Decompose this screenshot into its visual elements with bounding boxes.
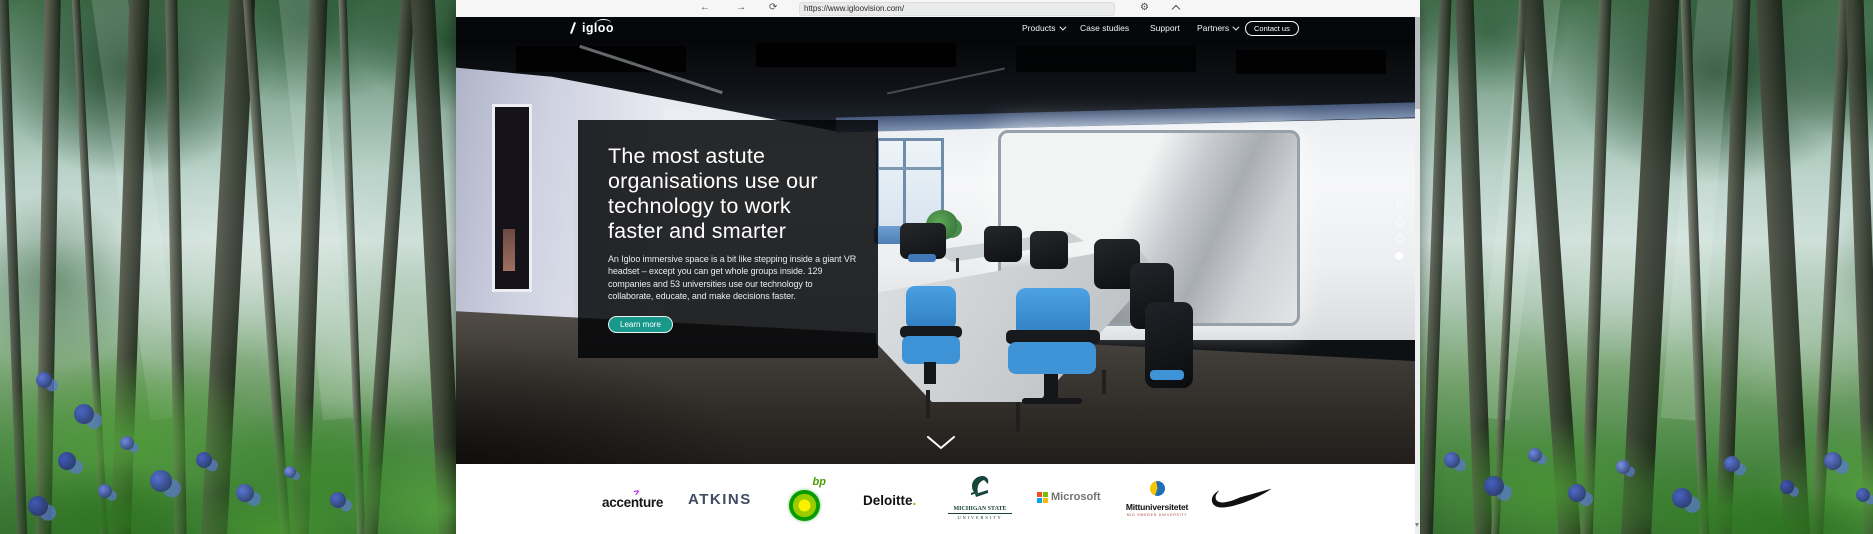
nav-item-partners[interactable]: Partners [1197, 17, 1237, 40]
logo-michigan-state: MICHIGAN STATE UNIVERSITY [948, 475, 1012, 520]
carousel-dot[interactable] [1396, 218, 1404, 226]
url-bar[interactable]: https://www.igloovision.com/ [799, 2, 1115, 16]
logo-bp: bp [786, 476, 828, 524]
room-door [492, 104, 532, 292]
hero-heading-line: technology to work [608, 194, 854, 219]
hydrangea-flower [1528, 448, 1542, 462]
office-chair-blue [1004, 286, 1104, 404]
chair-seat-blue [908, 254, 936, 262]
hydrangea-flower [236, 484, 254, 502]
hydrangea-flower [1856, 488, 1870, 502]
table-leg [956, 258, 959, 272]
settings-gear-icon[interactable]: ⚙ [1140, 0, 1149, 16]
ceiling-panel [1236, 50, 1386, 74]
hydrangea-flower [1568, 484, 1586, 502]
microsoft-squares-icon [1037, 492, 1048, 503]
scrollbar[interactable] [1415, 17, 1420, 534]
mitt-sublabel: MID SWEDEN UNIVERSITY [1120, 513, 1194, 517]
nav-item-case-studies[interactable]: Case studies [1080, 17, 1129, 40]
hydrangea-flower [120, 436, 134, 450]
carousel-dot[interactable] [1396, 235, 1404, 243]
office-chair [1030, 231, 1068, 269]
hydrangea-flower [150, 470, 172, 492]
table-leg [1016, 402, 1020, 432]
hydrangea-flower [1780, 480, 1794, 494]
logo-deloitte: Deloitte. [863, 493, 916, 508]
forest-bush [1840, 440, 1873, 534]
hydrangea-flower [284, 466, 296, 478]
hero-text-panel: The most astute organisations use our te… [578, 120, 878, 358]
hero-heading-line: organisations use our [608, 169, 854, 194]
hydrangea-flower [28, 496, 48, 516]
hydrangea-flower [196, 452, 212, 468]
logo-text: igloo [582, 21, 614, 35]
collapse-chrome-chevron-icon[interactable] [1172, 5, 1180, 13]
hero-heading-line: faster and smarter [608, 219, 854, 244]
forest-bush [1620, 470, 1873, 534]
contact-us-button[interactable]: Contact us [1245, 21, 1299, 36]
browser-window: ← → ⟳ https://www.igloovision.com/ ⚙ igl… [456, 0, 1420, 534]
hero-heading-line: The most astute [608, 144, 854, 169]
nav-item-products[interactable]: Products [1022, 17, 1064, 40]
deloitte-dot: . [913, 493, 917, 508]
mitt-swirl-icon [1147, 479, 1166, 498]
hydrangea-flower [1484, 476, 1504, 496]
hydrangea-flower [1724, 456, 1740, 472]
ceiling-truss [887, 68, 1005, 95]
nike-swoosh-icon [1210, 488, 1274, 510]
msu-line2: UNIVERSITY [948, 515, 1012, 520]
bp-wordmark: bp [813, 476, 826, 488]
logo-accenture: accenture > [602, 495, 663, 510]
hydrangea-flower [1616, 460, 1630, 474]
mitt-label: Mittuniversitetet [1120, 502, 1194, 512]
scrollbar-thumb[interactable] [1415, 17, 1420, 109]
table-leg [926, 390, 930, 418]
office-chair-blue [900, 284, 964, 384]
hero-section: The most astute organisations use our te… [456, 40, 1415, 464]
hero-paragraph: An Igloo immersive space is a bit like s… [608, 253, 858, 303]
carousel-dot-active[interactable] [1395, 252, 1403, 260]
window-mullion [879, 167, 941, 170]
logo-slash-icon [570, 22, 576, 34]
screenshot-root: ← → ⟳ https://www.igloovision.com/ ⚙ igl… [0, 0, 1873, 534]
scroll-down-chevron-icon[interactable] [927, 436, 955, 450]
reload-button[interactable]: ⟳ [769, 0, 777, 16]
dropdown-caret-icon [1233, 24, 1240, 31]
hydrangea-flower [36, 372, 52, 388]
floor-shadow [456, 340, 756, 464]
carousel-dot[interactable] [1396, 201, 1404, 209]
logo-strip: accenture > ATKINS bp Deloitte. MICHIGAN… [456, 464, 1415, 534]
hydrangea-flower [1824, 452, 1842, 470]
ceiling-panel [516, 46, 686, 72]
spartan-helmet-icon [969, 475, 991, 501]
forward-button[interactable]: → [736, 0, 746, 16]
url-text: https://www.igloovision.com/ [804, 4, 904, 13]
bp-helios-icon [789, 490, 820, 521]
back-button[interactable]: ← [700, 0, 710, 16]
hydrangea-flower [98, 484, 112, 498]
learn-more-button[interactable]: Learn more [608, 316, 673, 333]
msu-line1: MICHIGAN STATE [948, 506, 1012, 514]
scrollbar-down-arrow[interactable] [1415, 523, 1419, 527]
hydrangea-flower [74, 404, 94, 424]
nav-item-support[interactable]: Support [1150, 17, 1180, 40]
hydrangea-flower [58, 452, 76, 470]
hydrangea-flower [330, 492, 346, 508]
browser-chrome: ← → ⟳ https://www.igloovision.com/ ⚙ [456, 0, 1420, 18]
carousel-dots [1396, 201, 1404, 269]
hydrangea-flower [1444, 452, 1460, 468]
logo-mittuniversitetet: Mittuniversitetet MID SWEDEN UNIVERSITY [1120, 481, 1194, 517]
site-header: igloo Products Case studies Support Part… [456, 17, 1420, 40]
office-chair [984, 226, 1022, 262]
hydrangea-flower [1672, 488, 1692, 508]
ceiling-panel [756, 43, 956, 67]
door-picture [503, 229, 515, 271]
dropdown-caret-icon [1059, 24, 1066, 31]
chair-seat-blue [1150, 370, 1184, 380]
logo-atkins: ATKINS [688, 491, 752, 508]
ceiling-panel [1016, 46, 1196, 72]
